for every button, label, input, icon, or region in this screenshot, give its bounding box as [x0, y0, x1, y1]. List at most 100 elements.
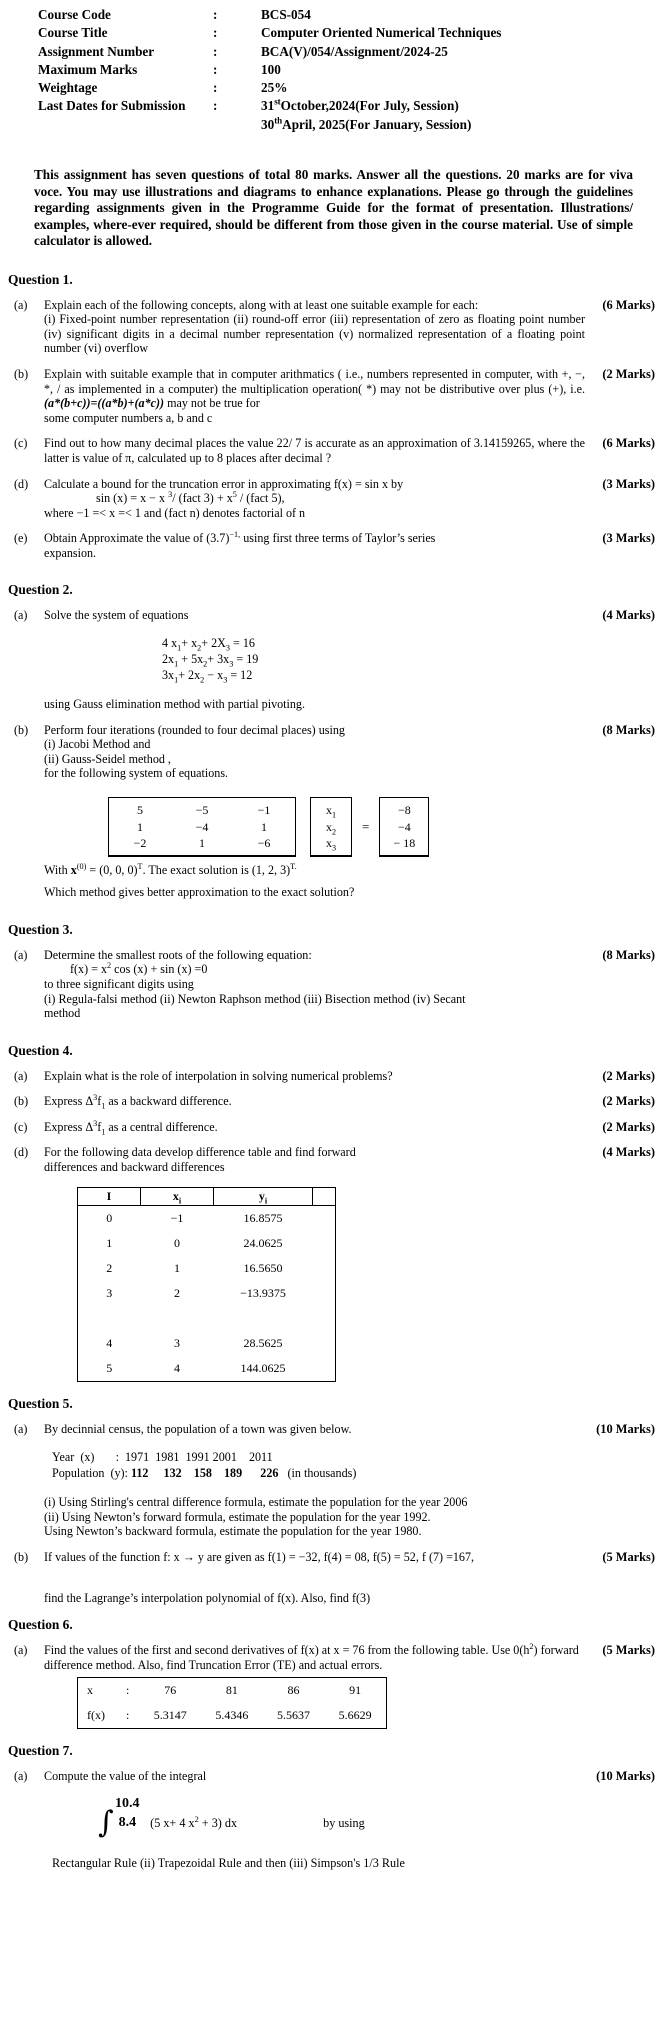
initial-guess-line: With x(0) = (0, 0, 0)T. The exact soluti…: [44, 861, 297, 877]
cell-x: 0: [174, 1235, 180, 1250]
question-6-heading: Question 6.: [8, 1617, 73, 1633]
matrix-column: −5 −4 1: [171, 800, 233, 854]
matrix-column: −1 1 −6: [233, 800, 295, 854]
question-3-heading: Question 3.: [8, 921, 73, 937]
part-text-tail: using first three terms of Taylor’s seri…: [240, 531, 436, 546]
cell-y: −13.9375: [240, 1285, 286, 1300]
marks-badge: (10 Marks): [596, 1421, 655, 1436]
marks-spacer: [591, 863, 659, 900]
part-body: Compute the value of the integral: [44, 1769, 207, 1784]
integral-lower-limit: 8.4: [118, 1815, 137, 1831]
part-text: Determine the smallest roots of the foll…: [44, 947, 312, 962]
assignment-instructions: This assignment has seven questions of t…: [34, 167, 633, 249]
equals-sign: =: [362, 818, 370, 834]
question-1-part-b: (b) Explain with suitable example that i…: [8, 367, 659, 425]
cell-index: [78, 1306, 141, 1331]
question-5-heading: Question 5.: [8, 1395, 73, 1411]
question-4-part-a: (a) Explain what is the role of interpol…: [8, 1069, 659, 1084]
cell-blank: [313, 1231, 336, 1256]
eq-mid2: + 2X: [201, 636, 226, 651]
significant-digits-note: to three significant digits using: [44, 976, 194, 991]
part-label: (c): [14, 1119, 28, 1134]
table-row: 1 0 24.0625: [78, 1231, 336, 1256]
header-subscript: i: [178, 1196, 182, 1206]
marks-badge: (2 Marks): [602, 366, 655, 381]
question-4-part-b: (b) Express Δ3f1 as a backward differenc…: [8, 1094, 659, 1111]
column-header-x: xi: [140, 1186, 214, 1206]
integral-expression: 10.4 ∫ 8.4 (5 x+ 4 x2 + 3) dx by using: [98, 1796, 667, 1841]
eq-pre: 4 x: [162, 636, 178, 651]
cell-blank: [313, 1205, 336, 1231]
iteration-superscript: (0): [76, 861, 87, 871]
eq-pre: 2x: [162, 652, 175, 667]
difference-data-table: I xi yi 0 −1 16.8575 1 0 24.0625 2 1 16.…: [77, 1186, 336, 1382]
meta-value-last-date-july: 31stOctober,2024(For July, Session): [261, 97, 667, 115]
matrix-cell: 1: [137, 819, 143, 834]
root-methods-list: (i) Regula-falsi method (ii) Newton Raph…: [44, 991, 466, 1006]
part-text: Explain each of the following concepts, …: [44, 297, 479, 312]
part-body: Find out to how many decimal places the …: [44, 436, 591, 465]
date-rest: October,2024(For July, Session): [280, 98, 459, 114]
part-body: Explain each of the following concepts, …: [44, 298, 591, 356]
gauss-elimination-note: using Gauss elimination method with part…: [44, 697, 305, 712]
root-methods-list-cont: method: [44, 1006, 81, 1021]
eq-mid2: + 3x: [207, 652, 230, 667]
marks-badge: (6 Marks): [602, 436, 655, 451]
cell-index: 5: [106, 1360, 113, 1375]
cell-y: 16.5650: [243, 1260, 283, 1275]
part-text-line3: some computer numbers a, b and c: [44, 410, 213, 425]
part-text-tail: as a backward difference.: [105, 1094, 232, 1109]
cell-blank: [313, 1331, 336, 1356]
method-gauss-seidel: (ii) Gauss-Seidel method ,: [44, 751, 171, 766]
date-number: 30: [261, 116, 275, 132]
part-label: (a): [14, 947, 28, 962]
exponent-minus-one: −1,: [229, 530, 241, 540]
part-label: (c): [14, 436, 28, 451]
question-1-part-a: (a) Explain each of the following concep…: [8, 298, 659, 356]
distributive-formula: (a*(b+c))=((a*b)+(a*c)): [44, 396, 165, 411]
meta-row-last-dates: Last Dates for Submission : 31stOctober,…: [38, 97, 667, 115]
part-body: (i) Using Stirling's central difference …: [44, 1495, 591, 1539]
meta-value-course-code: BCS-054: [261, 7, 311, 22]
table-row: 4 3 28.5625: [78, 1331, 336, 1356]
cell-y: 16.8575: [243, 1210, 283, 1225]
part-label: (d): [14, 476, 29, 491]
matrix-cell: −5: [195, 803, 209, 818]
meta-row-course-code: Course Code : BCS-054: [38, 6, 667, 24]
integrand-expression: (5 x+ 4 x2 + 3) dx: [150, 1815, 237, 1831]
part-text: For the following data develop differenc…: [44, 1145, 356, 1160]
integral-sign-icon: ∫: [98, 1805, 114, 1841]
matrix-cell: −4: [397, 819, 411, 834]
meta-colon: :: [213, 80, 218, 96]
part-text: Calculate a bound for the truncation err…: [44, 476, 404, 491]
table-body: 0 −1 16.8575 1 0 24.0625 2 1 16.5650 3 2…: [77, 1205, 336, 1382]
meta-value-course-title: Computer Oriented Numerical Techniques: [261, 25, 502, 41]
matrix-cell: − 18: [393, 836, 416, 851]
census-data-block: Year (x) : 1971 1981 1991 2001 2011 Popu…: [52, 1450, 667, 1481]
marks-badge: (8 Marks): [602, 947, 655, 962]
date-ordinal-suffix: th: [274, 115, 283, 126]
linear-system-equations: 4 x1+ x2+ 2X3 = 16 2x1 + 5x2+ 3x3 = 19 3…: [44, 635, 585, 684]
question-1-heading: Question 1.: [8, 271, 73, 287]
delta-symbol: Δ: [85, 1094, 94, 1109]
census-population-row: Population (y): 112 132 158 189 226 (in …: [52, 1466, 356, 1480]
part-label: (a): [14, 297, 28, 312]
part-label: (a): [14, 1643, 28, 1658]
marks-spacer: [591, 1591, 659, 1606]
part-label: (a): [14, 1769, 28, 1784]
part-label: (a): [14, 608, 28, 623]
matrix-cell: −4: [195, 819, 209, 834]
eq-mid2: − x: [204, 668, 224, 683]
cell-blank: [313, 1281, 336, 1306]
question-1-part-c: (c) Find out to how many decimal places …: [8, 436, 659, 465]
meta-row-maximum-marks: Maximum Marks : 100: [38, 61, 667, 79]
formula-mid: / (fact 3) + x: [172, 491, 233, 506]
equation-2: 2x1 + 5x2+ 3x3 = 19: [162, 651, 585, 668]
question-2-part-a: (a) Solve the system of equations 4 x1+ …: [8, 608, 659, 711]
question-5-part-b: (b) If values of the function f: x → y a…: [8, 1550, 659, 1565]
part-text: Explain with suitable example that in co…: [44, 366, 585, 396]
cell-index: 1: [106, 1235, 113, 1250]
cell-x-value: 91: [349, 1683, 362, 1698]
part-text: Obtain Approximate the value of (3.7): [44, 531, 230, 546]
marks-badge: (2 Marks): [602, 1068, 655, 1083]
